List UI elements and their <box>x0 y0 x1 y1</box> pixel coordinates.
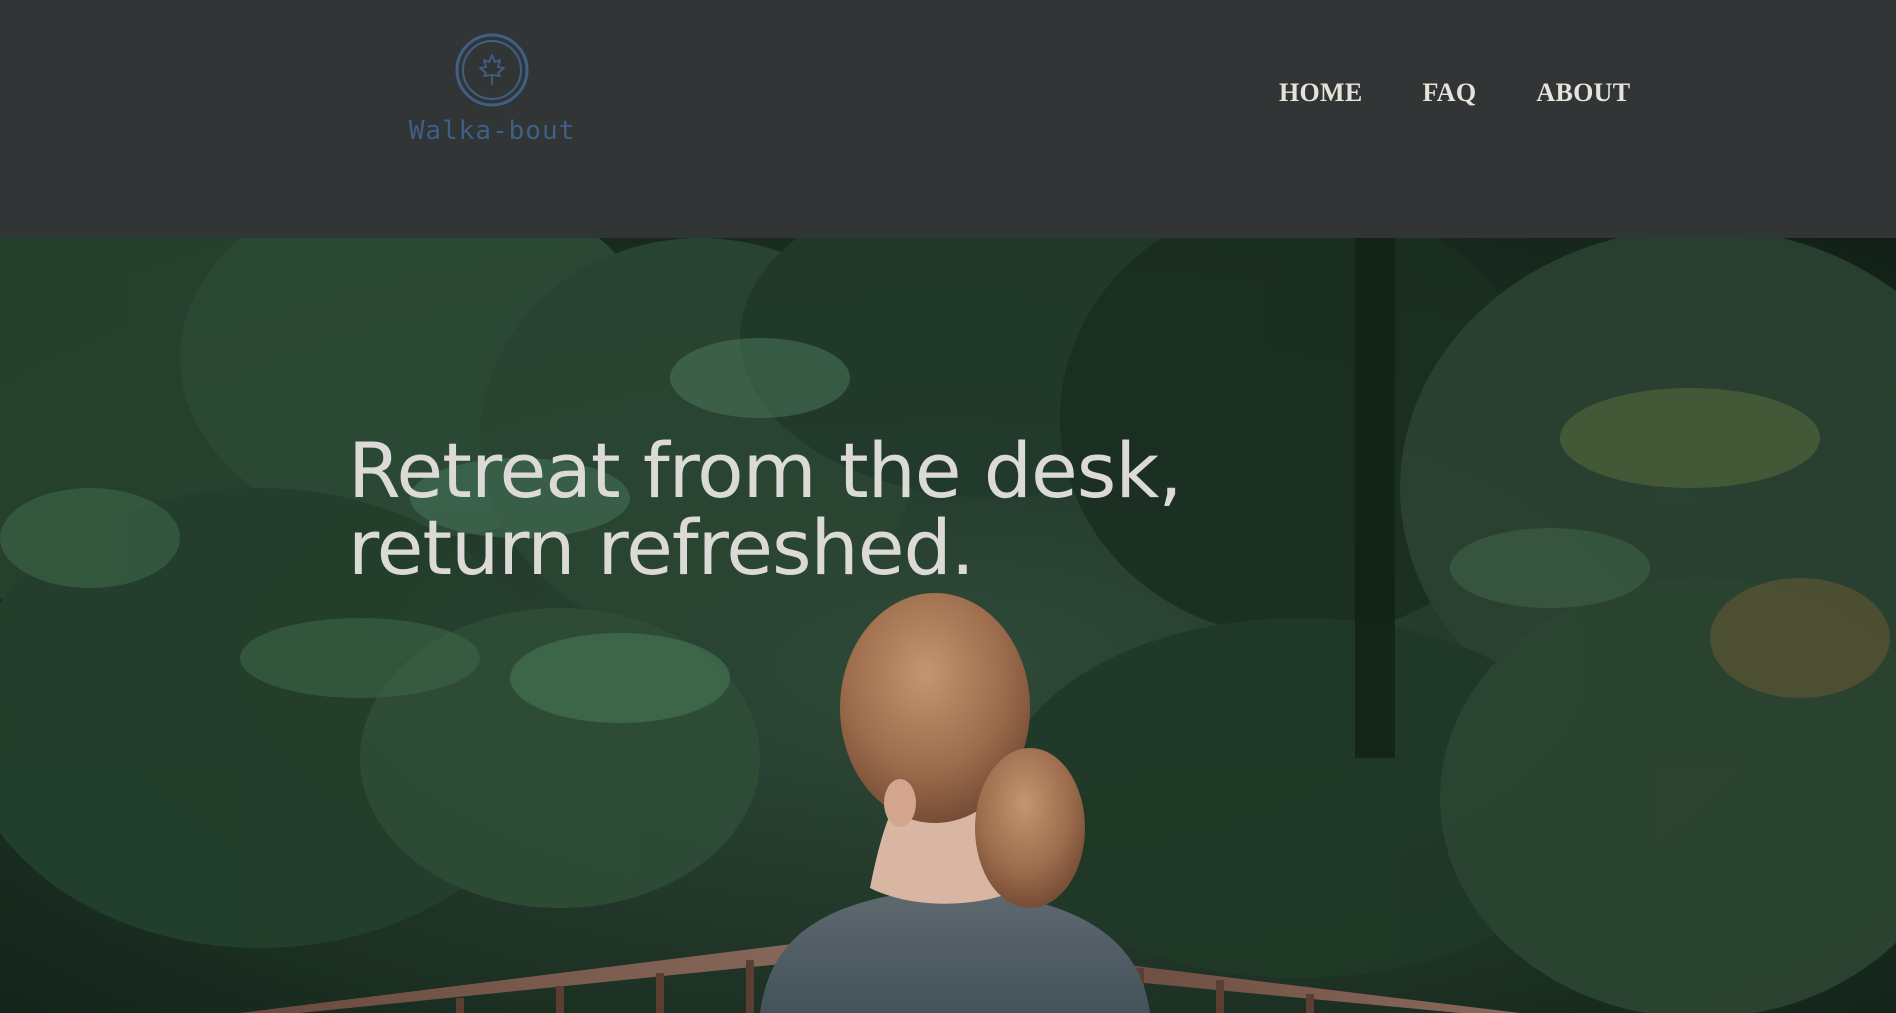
brand-name: Walka-bout <box>408 116 576 146</box>
hero-headline-line-1: Retreat from the desk, <box>348 426 1182 515</box>
nav-about-link[interactable]: ABOUT <box>1536 78 1630 108</box>
hero-background-image <box>0 238 1896 1013</box>
nav-home-link[interactable]: HOME <box>1279 78 1363 108</box>
site-header: Walka-bout HOME FAQ ABOUT <box>0 0 1896 238</box>
hero-headline-line-2: return refreshed. <box>348 503 975 592</box>
hero-headline: Retreat from the desk, return refreshed. <box>348 426 1182 592</box>
nav-faq-link[interactable]: FAQ <box>1423 78 1477 108</box>
maple-leaf-icon <box>455 33 529 107</box>
hero-section: Retreat from the desk, return refreshed. <box>0 238 1896 1013</box>
brand-logo-link[interactable]: Walka-bout <box>402 33 582 146</box>
main-nav: HOME FAQ ABOUT <box>1279 78 1630 108</box>
